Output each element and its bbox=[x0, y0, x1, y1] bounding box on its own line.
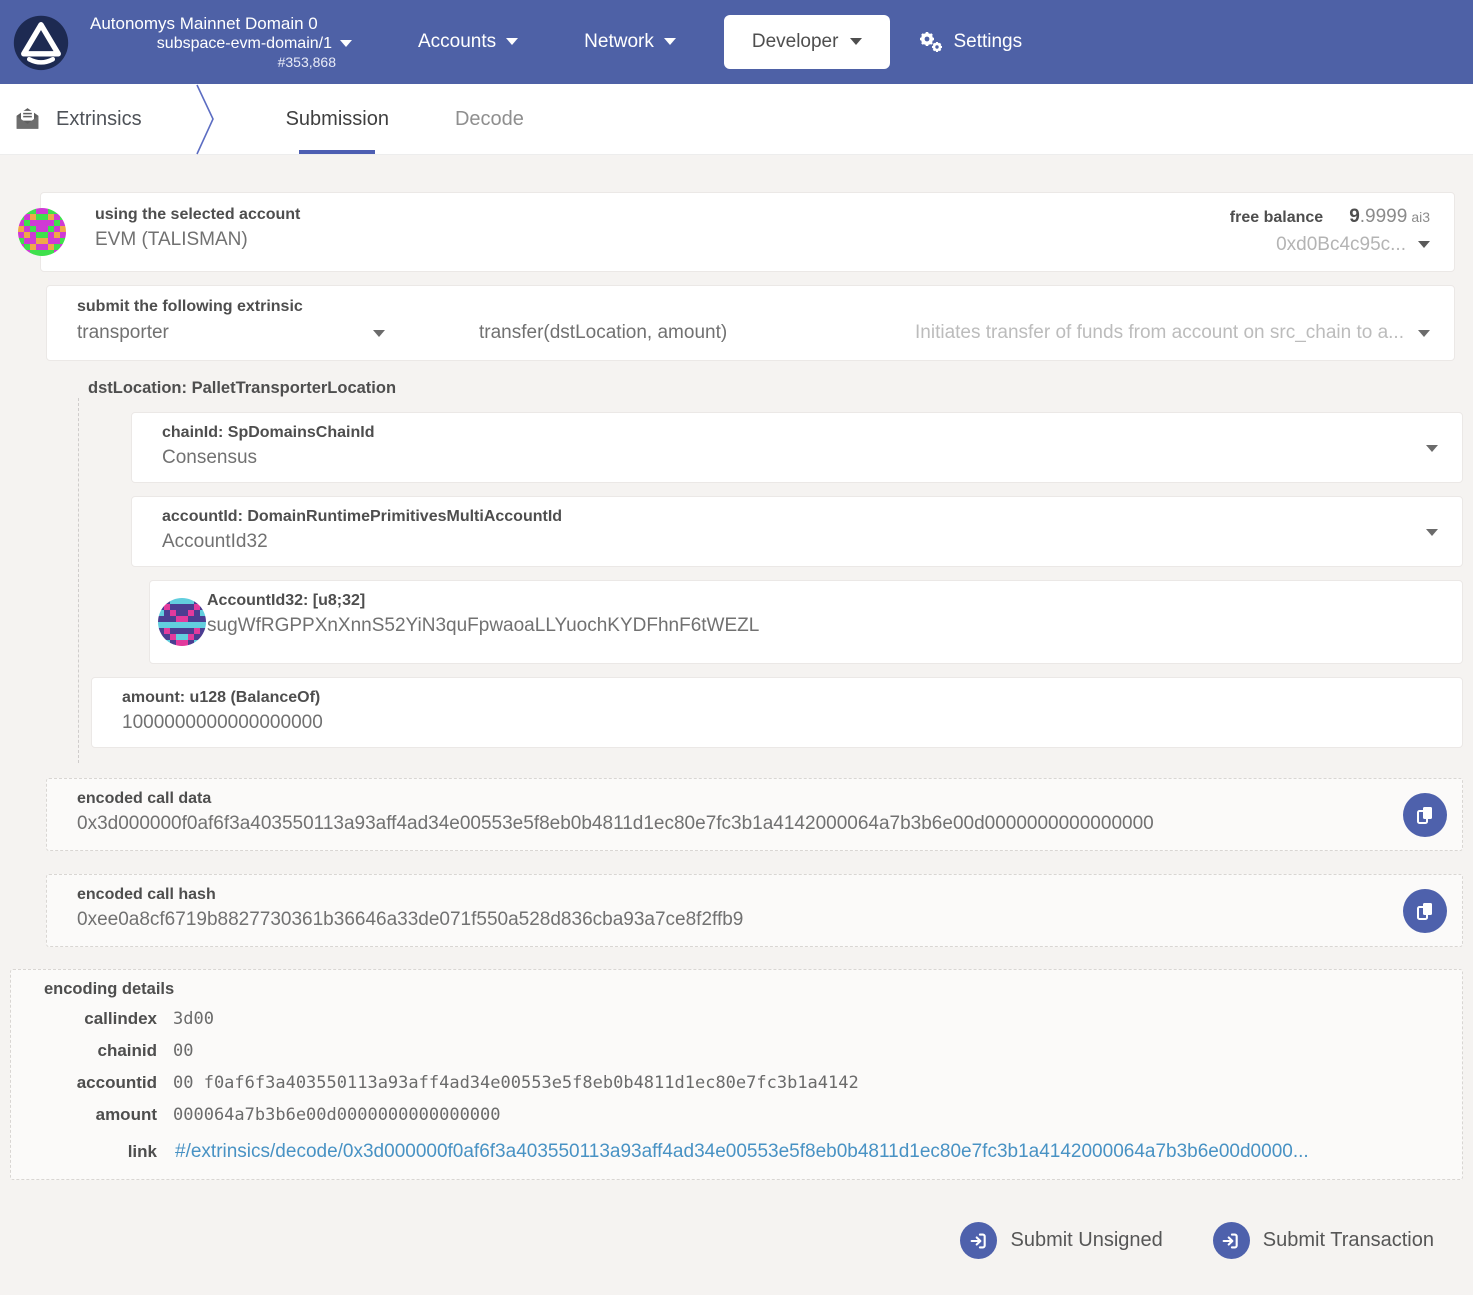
chevron-down-icon bbox=[1426, 444, 1438, 452]
decode-link[interactable]: #/extrinsics/decode/0x3d000000f0af6f3a40… bbox=[175, 1141, 1309, 1163]
copy-icon bbox=[1417, 902, 1432, 920]
submit-transaction-button[interactable]: Submit Transaction bbox=[1212, 1222, 1434, 1259]
nav-settings[interactable]: Settings bbox=[918, 30, 1022, 55]
nav-accounts[interactable]: Accounts bbox=[418, 31, 519, 53]
accountid32-value: sugWfRGPPXnXnnS52YiN3quFpwaoaLLYuochKYDF… bbox=[207, 615, 760, 636]
extrinsics-envelope-icon bbox=[16, 108, 39, 129]
encoding-row: accountid 00 f0af6f3a403550113a93aff4ad3… bbox=[76, 1073, 859, 1093]
pallet-value: transporter bbox=[77, 322, 169, 343]
encoded-call-data-row: encoded call data 0x3d000000f0af6f3a4035… bbox=[46, 778, 1463, 851]
chainid-value: Consensus bbox=[162, 447, 258, 468]
tab-submission[interactable]: Submission bbox=[278, 84, 397, 154]
encoded-call-hash-value: 0xee0a8cf6719b8827730361b36646a33de071f5… bbox=[77, 909, 744, 930]
extrinsic-section-label: submit the following extrinsic bbox=[77, 298, 303, 315]
sign-in-arrow-icon bbox=[960, 1222, 998, 1259]
chevron-down-icon bbox=[340, 40, 352, 48]
free-balance: free balance 9.9999 ai3 bbox=[1229, 206, 1430, 227]
encoded-call-hash-label: encoded call hash bbox=[77, 886, 216, 903]
nav-network[interactable]: Network bbox=[584, 31, 676, 53]
accountid-type-label: accountId: DomainRuntimePrimitivesMultiA… bbox=[162, 508, 563, 525]
nav-developer[interactable]: Developer bbox=[723, 15, 891, 69]
param-dstlocation-label: dstLocation: PalletTransporterLocation bbox=[88, 379, 397, 397]
accountid32-label: AccountId32: [u8;32] bbox=[207, 592, 366, 609]
params-nested: chainId: SpDomainsChainId Consensus acco… bbox=[78, 398, 1473, 763]
amount-value: 1000000000000000000 bbox=[122, 712, 323, 733]
chevron-down-icon bbox=[663, 38, 676, 46]
accountid-type-value: AccountId32 bbox=[162, 531, 268, 552]
encoding-row: callindex 3d00 bbox=[84, 1009, 214, 1029]
account-selector-row: using the selected account EVM (TALISMAN… bbox=[18, 192, 1455, 272]
chain-title: Autonomys Mainnet Domain 0 bbox=[90, 13, 318, 33]
chevron-down-icon bbox=[373, 329, 385, 337]
encoding-details-title: encoding details bbox=[44, 980, 175, 998]
chainid-select[interactable]: chainId: SpDomainsChainId Consensus bbox=[131, 412, 1463, 483]
encoding-details-section: encoding details callindex 3d00 chainid … bbox=[10, 969, 1463, 1180]
page-title: Extrinsics bbox=[56, 107, 142, 130]
encoded-call-hash-row: encoded call hash 0xee0a8cf6719b88277303… bbox=[46, 874, 1463, 947]
accountid-type-select[interactable]: accountId: DomainRuntimePrimitivesMultiA… bbox=[131, 496, 1463, 567]
pallet-select[interactable]: transporter bbox=[77, 322, 385, 344]
encoding-row: chainid 00 bbox=[97, 1041, 194, 1061]
encoding-row: amount 000064a7b3b6e00d0000000000000000 bbox=[95, 1105, 501, 1125]
extrinsic-section: submit the following extrinsic transport… bbox=[46, 285, 1455, 361]
destination-identicon bbox=[158, 598, 206, 646]
account-address: 0xd0Bc4c95c... bbox=[1276, 234, 1406, 255]
block-number: #353,868 bbox=[277, 53, 336, 70]
submit-unsigned-button[interactable]: Submit Unsigned bbox=[960, 1222, 1163, 1259]
chain-selector[interactable]: Autonomys Mainnet Domain 0 subspace-evm-… bbox=[90, 13, 352, 72]
account-select[interactable]: using the selected account EVM (TALISMAN… bbox=[40, 192, 1455, 272]
chevron-down-icon bbox=[506, 38, 519, 46]
account-identicon bbox=[18, 208, 66, 256]
app-header: Autonomys Mainnet Domain 0 subspace-evm-… bbox=[0, 0, 1473, 84]
tab-decode[interactable]: Decode bbox=[447, 84, 532, 154]
chain-subtitle: subspace-evm-domain/1 bbox=[156, 34, 332, 52]
encoded-call-data-value: 0x3d000000f0af6f3a403550113a93aff4ad34e0… bbox=[77, 813, 1154, 834]
copy-icon bbox=[1417, 806, 1432, 824]
accountid32-input[interactable]: AccountId32: [u8;32] sugWfRGPPXnXnnS52Yi… bbox=[149, 580, 1463, 664]
encoded-call-data-label: encoded call data bbox=[77, 790, 212, 807]
section-chevron-divider bbox=[195, 84, 214, 155]
call-description: Initiates transfer of funds from account… bbox=[915, 322, 1404, 343]
copy-call-data-button[interactable] bbox=[1403, 792, 1447, 837]
gear-icon bbox=[920, 31, 943, 52]
chainid-label: chainId: SpDomainsChainId bbox=[162, 424, 375, 441]
sign-in-arrow-icon bbox=[1212, 1222, 1250, 1259]
amount-label: amount: u128 (BalanceOf) bbox=[122, 689, 321, 706]
encoding-link-row: link #/extrinsics/decode/0x3d000000f0af6… bbox=[127, 1141, 1309, 1163]
copy-call-hash-button[interactable] bbox=[1403, 888, 1447, 933]
amount-input[interactable]: amount: u128 (BalanceOf) 100000000000000… bbox=[91, 677, 1463, 748]
chevron-down-icon bbox=[1418, 241, 1430, 249]
main-content: using the selected account EVM (TALISMAN… bbox=[0, 155, 1473, 1295]
call-select[interactable]: transfer(dstLocation, amount) Initiates … bbox=[479, 322, 1430, 344]
autonomys-logo-icon bbox=[13, 15, 69, 71]
call-value: transfer(dstLocation, amount) bbox=[479, 322, 728, 343]
chevron-down-icon bbox=[850, 38, 863, 46]
chevron-down-icon bbox=[1426, 528, 1438, 536]
submit-actions: Submit Unsigned Submit Transaction bbox=[0, 1222, 1434, 1259]
tab-bar: Extrinsics Submission Decode bbox=[0, 84, 1473, 155]
account-address-dropdown[interactable]: 0xd0Bc4c95c... bbox=[1230, 234, 1430, 256]
chevron-down-icon bbox=[1418, 329, 1430, 337]
